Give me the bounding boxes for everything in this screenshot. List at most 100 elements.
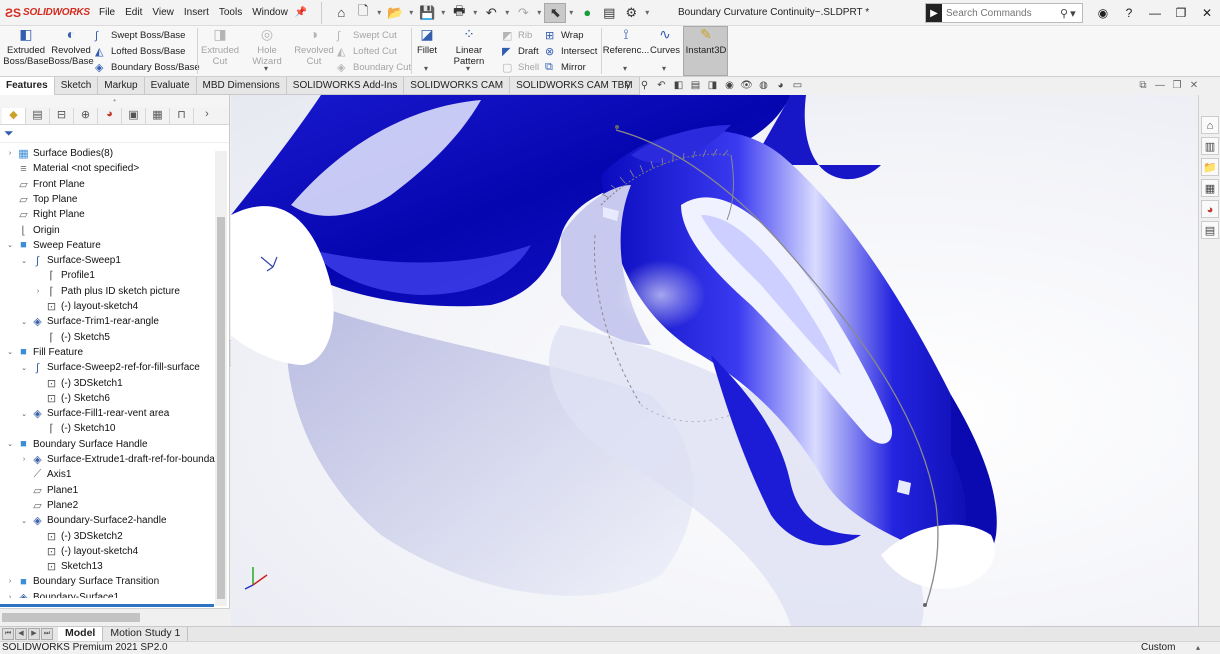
more-tabs-chevron-icon[interactable]: › <box>200 108 214 124</box>
tree-item[interactable]: ⊡ (-) 3DSketch2 <box>32 529 123 544</box>
search-dropdown-icon[interactable]: ▾ <box>1070 7 1076 20</box>
tree-item[interactable]: ⌄ ∫ Surface-Sweep2-ref-for-fill-surface <box>18 360 200 375</box>
save-dropdown-icon[interactable]: ▾ <box>438 3 448 23</box>
section-view-icon[interactable]: ◧ <box>671 80 686 91</box>
tree-item[interactable]: ⟋ Axis1 <box>18 467 72 482</box>
propertymanager-tab-icon[interactable]: ▤ <box>26 107 50 124</box>
tree-item[interactable]: ⊡ (-) 3DSketch1 <box>32 376 123 391</box>
tree-item[interactable]: ⌊ Origin <box>4 223 59 238</box>
scroll-thumb[interactable] <box>217 217 225 599</box>
tree-item[interactable]: ▱ Right Plane <box>4 207 84 222</box>
draft-button[interactable]: ◤ Draft <box>502 44 539 59</box>
minimize-button[interactable]: — <box>1142 6 1168 20</box>
tree-item[interactable]: ⊡ (-) layout-sketch4 <box>32 299 138 314</box>
tree-item[interactable]: › ◈ Boundary-Surface1 <box>4 590 119 598</box>
units-selector[interactable]: Custom <box>1141 642 1175 654</box>
account-icon[interactable]: ◉ <box>1090 6 1116 20</box>
undo-dropdown-icon[interactable]: ▾ <box>502 3 512 23</box>
undo-icon[interactable]: ↶ <box>480 3 502 23</box>
menu-tools[interactable]: Tools <box>214 7 247 18</box>
expanded-chevron-icon[interactable]: ⌄ <box>4 440 16 448</box>
tab-solidworks-addins[interactable]: SOLIDWORKS Add-Ins <box>287 77 405 95</box>
zoom-to-fit-icon[interactable]: ⚲ <box>620 80 635 91</box>
tab-sketch[interactable]: Sketch <box>55 77 99 95</box>
tab-features[interactable]: Features <box>0 77 55 95</box>
redo-icon[interactable]: ↷ <box>512 3 534 23</box>
rebuild-traffic-light-icon[interactable]: ● <box>576 3 598 23</box>
boundary-cut-button[interactable]: ◈ Boundary Cut <box>337 60 411 75</box>
viewport-minimize-icon[interactable]: — <box>1153 80 1167 91</box>
zoom-to-area-icon[interactable]: ⚲ <box>637 80 652 91</box>
view-settings-icon[interactable]: ▭ <box>790 80 805 91</box>
collapsed-chevron-icon[interactable]: › <box>32 288 44 295</box>
tree-item[interactable]: › ▦ Surface Bodies(8) <box>4 146 113 161</box>
pin-menu-icon[interactable]: 📌 <box>295 7 307 18</box>
viewport-restore-icon[interactable]: ❐ <box>1170 80 1184 91</box>
tree-item[interactable]: ⌄ ∫ Surface-Sweep1 <box>18 253 121 268</box>
design-library-icon[interactable]: ▥ <box>1201 137 1219 155</box>
first-tab-icon[interactable]: ⏮ <box>2 628 14 640</box>
search-input[interactable] <box>946 7 1058 19</box>
new-document-icon[interactable]: 🗋 <box>352 3 374 23</box>
tab-evaluate[interactable]: Evaluate <box>145 77 197 95</box>
hole-wizard-dropdown-icon[interactable]: ▾ <box>264 64 268 73</box>
restore-button[interactable]: ❐ <box>1168 6 1194 20</box>
featuremanager-tab-icon[interactable]: ◆ <box>2 107 26 124</box>
tab-motion-study-1[interactable]: Motion Study 1 <box>103 627 189 641</box>
tree-item[interactable]: ⊡ Sketch13 <box>32 559 103 574</box>
extruded-boss-button[interactable]: ◧ Extruded Boss/Base <box>3 27 48 67</box>
select-cursor-icon[interactable]: ⬉ <box>544 2 567 23</box>
menu-insert[interactable]: Insert <box>179 7 214 18</box>
expanded-chevron-icon[interactable]: ⌄ <box>18 517 30 525</box>
last-tab-icon[interactable]: ⏭ <box>41 628 53 640</box>
configurationmanager-tab-icon[interactable]: ⊟ <box>50 107 74 124</box>
edit-appearance-icon[interactable]: ◍ <box>756 80 771 91</box>
tree-item[interactable]: ⌈ (-) Sketch5 <box>32 330 110 345</box>
options-dropdown-icon[interactable]: ▾ <box>642 3 652 23</box>
tree-item[interactable]: ⌈ Profile1 <box>32 268 95 283</box>
print-icon[interactable]: 🖶 <box>448 3 470 23</box>
open-dropdown-icon[interactable]: ▾ <box>406 3 416 23</box>
scroll-thumb[interactable] <box>2 613 140 622</box>
close-button[interactable]: ✕ <box>1194 6 1220 20</box>
reference-geometry-dropdown-icon[interactable]: ▾ <box>623 64 627 73</box>
select-dropdown-icon[interactable]: ▾ <box>566 3 576 23</box>
revolved-boss-button[interactable]: ◐ Revolved Boss/Base <box>48 27 93 67</box>
wrap-button[interactable]: ⊞ Wrap <box>545 28 584 43</box>
instant3d-toggle[interactable]: ✎ Instant3D <box>683 26 728 76</box>
tree-item[interactable]: ⊡ (-) Sketch6 <box>32 391 110 406</box>
swept-boss-button[interactable]: ∫ Swept Boss/Base <box>95 28 185 43</box>
expanded-chevron-icon[interactable]: ⌄ <box>4 348 16 356</box>
curves-dropdown-icon[interactable]: ▾ <box>662 64 666 73</box>
tree-item[interactable]: › ◈ Surface-Extrude1-draft-ref-for-boundar… <box>18 452 223 467</box>
cam-tool-tree-tab-icon[interactable]: ⊓ <box>170 107 194 124</box>
hide-show-items-icon[interactable]: 👁 <box>739 80 754 91</box>
tree-item[interactable]: ▱ Plane1 <box>18 483 78 498</box>
open-folder-icon[interactable]: 📂 <box>384 3 406 23</box>
fillet-button[interactable]: ◪ Fillet <box>414 27 440 56</box>
rib-button[interactable]: ◩ Rib <box>502 28 532 43</box>
graphics-area[interactable] <box>231 95 1198 626</box>
redo-dropdown-icon[interactable]: ▾ <box>534 3 544 23</box>
expanded-chevron-icon[interactable]: ⌄ <box>18 410 30 418</box>
menu-file[interactable]: File <box>94 7 120 18</box>
tree-horizontal-scrollbar[interactable] <box>0 608 230 626</box>
menu-edit[interactable]: Edit <box>120 7 147 18</box>
tree-item[interactable]: ▱ Plane2 <box>18 498 78 513</box>
swept-cut-button[interactable]: ∫ Swept Cut <box>337 28 397 43</box>
tab-mbd-dimensions[interactable]: MBD Dimensions <box>197 77 287 95</box>
extruded-cut-button[interactable]: ◨ Extruded Cut <box>200 27 240 67</box>
collapsed-chevron-icon[interactable]: › <box>4 578 16 585</box>
units-dropdown-icon[interactable]: ▴ <box>1196 642 1200 654</box>
linear-pattern-dropdown-icon[interactable]: ▾ <box>466 64 470 73</box>
apply-scene-icon[interactable]: ◕ <box>773 80 788 91</box>
display-style-icon[interactable]: ◉ <box>722 80 737 91</box>
file-properties-icon[interactable]: ▤ <box>598 3 620 23</box>
curves-button[interactable]: ∿ Curves <box>649 27 681 56</box>
dynamic-annotation-icon[interactable]: ▤ <box>688 80 703 91</box>
viewport-tile-icon[interactable]: ⧉ <box>1136 80 1150 91</box>
tree-item[interactable]: ⌄ ◈ Boundary-Surface2-handle <box>18 513 166 528</box>
solidworks-resources-icon[interactable]: ⌂ <box>1201 116 1219 134</box>
tree-item[interactable]: ▱ Front Plane <box>4 177 84 192</box>
search-icon[interactable]: ⚲ <box>1060 7 1068 20</box>
